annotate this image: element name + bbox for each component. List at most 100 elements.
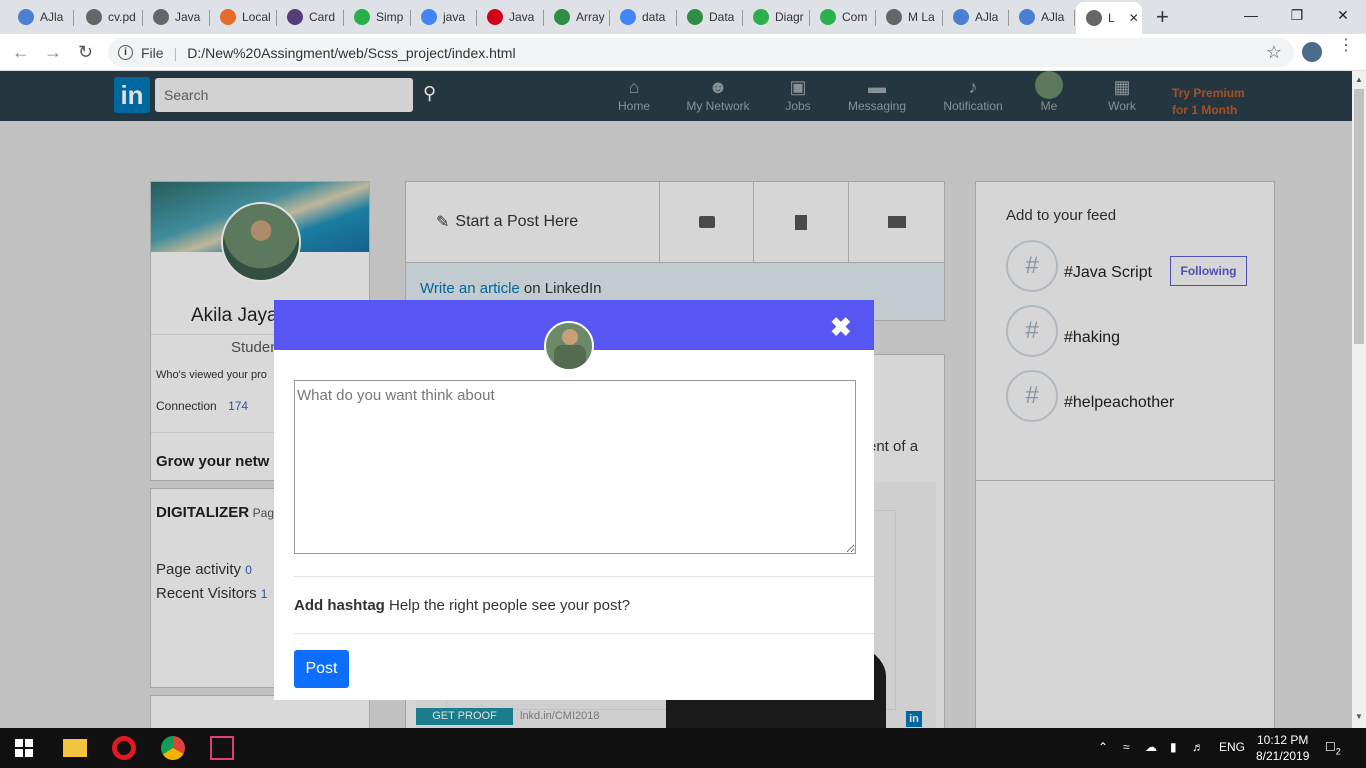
tab-favicon-icon xyxy=(220,9,236,25)
browser-tab[interactable]: Local xyxy=(210,4,277,30)
tab-favicon-icon xyxy=(687,9,703,25)
tab-favicon-icon xyxy=(753,9,769,25)
tab-favicon-icon xyxy=(1019,9,1035,25)
back-icon[interactable]: ← xyxy=(12,42,30,63)
language-indicator[interactable]: ENG xyxy=(1219,740,1245,754)
scroll-down-icon[interactable]: ▼ xyxy=(1355,712,1363,721)
post-text-input[interactable] xyxy=(294,380,856,554)
add-hashtag-label: Add hashtag xyxy=(294,597,385,614)
url-text[interactable]: D:/New%20Assingment/web/Scss_project/ind… xyxy=(187,45,515,61)
windows-taskbar: ⌃ ≈ ☁ ▮ ♬ ENG 10:12 PM 8/21/2019 ☐2 xyxy=(0,728,1366,768)
file-explorer-icon[interactable] xyxy=(63,739,87,757)
browser-tab[interactable]: Data xyxy=(677,4,743,30)
tab-favicon-icon xyxy=(354,9,370,25)
tab-favicon-icon xyxy=(820,9,836,25)
tab-label: L xyxy=(1108,11,1115,25)
minimize-icon[interactable]: — xyxy=(1228,0,1274,30)
browser-tab[interactable]: AJla xyxy=(8,4,74,30)
profile-avatar[interactable] xyxy=(1302,42,1322,62)
close-window-icon[interactable]: ✕ xyxy=(1320,0,1366,30)
address-bar[interactable]: i File | D:/New%20Assingment/web/Scss_pr… xyxy=(108,38,1294,67)
clock[interactable]: 10:12 PM 8/21/2019 xyxy=(1256,732,1309,764)
modal-avatar xyxy=(544,321,594,371)
battery-icon[interactable]: ▮ xyxy=(1170,740,1177,754)
windows-start-icon[interactable] xyxy=(15,739,33,757)
tab-label: data xyxy=(642,10,666,24)
browser-tab[interactable]: M La xyxy=(876,4,943,30)
cloud-icon[interactable]: ☁ xyxy=(1145,740,1157,754)
info-icon[interactable]: i xyxy=(118,45,133,60)
browser-tab[interactable]: Java xyxy=(143,4,210,30)
tab-label: AJla xyxy=(1041,10,1065,24)
browser-tab[interactable]: Simp xyxy=(344,4,411,30)
close-tab-icon[interactable]: ✕ xyxy=(1129,11,1139,25)
add-hashtag-hint: Help the right people see your post? xyxy=(384,597,630,614)
scroll-thumb[interactable] xyxy=(1354,89,1364,344)
tab-favicon-icon xyxy=(953,9,969,25)
tab-favicon-icon xyxy=(86,9,102,25)
tab-label: java xyxy=(443,10,466,24)
tab-label: Data xyxy=(709,10,735,24)
browser-tab[interactable]: Com xyxy=(810,4,876,30)
tab-label: cv.pd xyxy=(108,10,136,24)
browser-tab[interactable]: Card xyxy=(277,4,344,30)
wifi-icon[interactable]: ≈ xyxy=(1123,740,1130,754)
page-scrollbar[interactable]: ▲ ▼ xyxy=(1352,71,1366,728)
clock-time: 10:12 PM xyxy=(1257,733,1309,747)
opera-icon[interactable] xyxy=(112,736,136,760)
divider xyxy=(294,633,874,634)
divider xyxy=(294,576,874,577)
browser-tab[interactable]: Array xyxy=(544,4,610,30)
post-button[interactable]: Post xyxy=(294,650,349,688)
browser-tab[interactable]: Diagr xyxy=(743,4,810,30)
tab-label: Diagr xyxy=(775,10,804,24)
new-tab-button[interactable]: + xyxy=(1156,4,1169,30)
tab-label: Card xyxy=(309,10,336,24)
browser-tab[interactable]: cv.pd xyxy=(76,4,143,30)
file-label: File xyxy=(141,44,164,61)
clock-date: 8/21/2019 xyxy=(1256,749,1310,763)
notification-center-icon[interactable]: ☐2 xyxy=(1325,740,1341,756)
tab-favicon-icon xyxy=(18,9,34,25)
browser-tab-strip: AJla cv.pd Java Local Card Simp java Java Array d… xyxy=(0,0,1366,34)
tab-label: AJla xyxy=(40,10,64,24)
star-icon[interactable]: ☆ xyxy=(1266,42,1282,63)
tab-label: Java xyxy=(509,10,535,24)
browser-tab[interactable]: L ✕ xyxy=(1076,2,1142,34)
tab-favicon-icon xyxy=(287,9,303,25)
chevron-up-icon[interactable]: ⌃ xyxy=(1098,740,1108,754)
tab-favicon-icon xyxy=(620,9,636,25)
tab-favicon-icon xyxy=(421,9,437,25)
tab-favicon-icon xyxy=(886,9,902,25)
post-modal: ✖ Add hashtag Help the right people see … xyxy=(274,300,874,700)
browser-tab[interactable]: AJla xyxy=(1009,4,1075,30)
tab-label: Java xyxy=(175,10,201,24)
browser-tab[interactable]: data xyxy=(610,4,677,30)
tab-label: AJla xyxy=(975,10,999,24)
reload-icon[interactable]: ↻ xyxy=(78,42,93,63)
volume-icon[interactable]: ♬ xyxy=(1192,740,1204,754)
tab-favicon-icon xyxy=(554,9,570,25)
notification-count: 2 xyxy=(1335,746,1341,757)
intellij-icon[interactable] xyxy=(210,736,234,760)
browser-tab[interactable]: AJla xyxy=(943,4,1009,30)
tab-label: Com xyxy=(842,10,868,24)
menu-icon[interactable]: ⋮ xyxy=(1338,38,1354,54)
tab-label: Local xyxy=(242,10,271,24)
tab-label: Simp xyxy=(376,10,404,24)
tab-favicon-icon xyxy=(1086,10,1102,26)
browser-tab[interactable]: java xyxy=(411,4,477,30)
chrome-icon[interactable] xyxy=(161,736,185,760)
restore-icon[interactable]: ❐ xyxy=(1274,0,1320,30)
add-hashtag-row[interactable]: Add hashtag Help the right people see yo… xyxy=(294,597,630,614)
scroll-up-icon[interactable]: ▲ xyxy=(1355,75,1363,84)
close-icon[interactable]: ✖ xyxy=(830,312,852,343)
tab-favicon-icon xyxy=(487,9,503,25)
tab-label: M La xyxy=(908,10,935,24)
browser-tab[interactable]: Java xyxy=(477,4,544,30)
page-content: in Search ⚲ ⌂ Home ☻ My Network ▣ Jobs ▬ Messag… xyxy=(0,71,1352,728)
browser-toolbar: ← → ↻ i File | D:/New%20Assingment/web/S… xyxy=(0,34,1366,71)
tab-favicon-icon xyxy=(153,9,169,25)
forward-icon[interactable]: → xyxy=(44,42,62,63)
tab-label: Array xyxy=(576,10,605,24)
